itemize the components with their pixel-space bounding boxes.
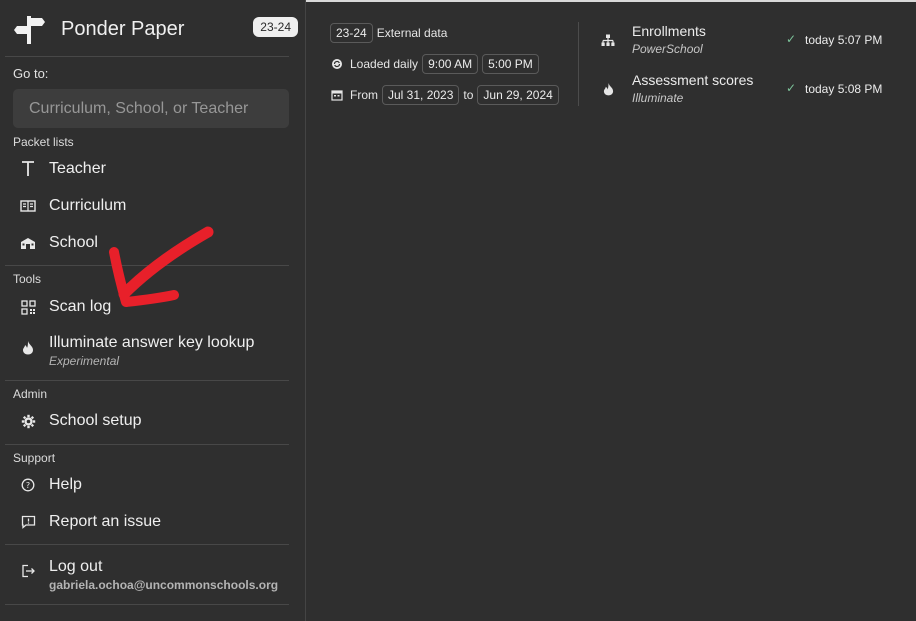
source-assessment-scores: Assessment scores Illuminate ✓ today 5:0… (600, 72, 900, 108)
nav-logout[interactable]: Log out gabriela.ochoa@uncommonschools.o… (13, 558, 289, 598)
nav-illuminate-lookup[interactable]: Illuminate answer key lookup Experimenta… (13, 334, 289, 374)
nav-help[interactable]: ? Help (13, 468, 289, 502)
feedback-icon (13, 515, 43, 529)
app-title: Ponder Paper (61, 17, 185, 40)
brand-header[interactable]: Ponder Paper 23-24 (12, 12, 298, 46)
nav-illuminate-subtitle: Experimental (49, 354, 120, 368)
school-building-icon (13, 236, 43, 250)
external-data-row: 23-24 External data (330, 22, 570, 44)
nav-school-setup-label: School setup (49, 412, 142, 429)
nav-help-label: Help (49, 476, 82, 493)
check-icon: ✓ (786, 81, 797, 95)
user-email: gabriela.ochoa@uncommonschools.org (49, 578, 279, 592)
sidebar: Ponder Paper 23-24 Go to: Packet lists T… (0, 0, 306, 621)
end-date-pill: Jun 29, 2024 (477, 85, 559, 105)
date-range-row: From Jul 31, 2023 to Jun 29, 2024 (330, 84, 570, 106)
source-status: today 5:08 PM (805, 82, 883, 96)
source-provider: Illuminate (632, 91, 684, 105)
to-label: to (463, 88, 474, 102)
section-packet-lists: Packet lists (13, 135, 74, 149)
divider (5, 265, 289, 266)
from-label: From (350, 88, 378, 102)
nav-report-issue[interactable]: Report an issue (13, 505, 289, 539)
nav-report-label: Report an issue (49, 513, 162, 530)
load-time-2: 5:00 PM (482, 54, 539, 74)
help-circle-icon: ? (13, 478, 43, 492)
section-admin: Admin (13, 387, 48, 401)
top-rule (306, 0, 916, 2)
source-enrollments: Enrollments PowerSchool ✓ today 5:07 PM (600, 23, 900, 59)
loaded-daily-row: Loaded daily 9:00 AM 5:00 PM (330, 53, 570, 75)
svg-text:?: ? (26, 481, 30, 490)
external-data-label: External data (376, 26, 448, 40)
nav-teacher-label: Teacher (49, 160, 106, 177)
nav-curriculum-label: Curriculum (49, 197, 127, 214)
flame-icon (600, 81, 616, 97)
year-pill: 23-24 (330, 23, 373, 43)
start-date-pill: Jul 31, 2023 (382, 85, 460, 105)
divider (5, 56, 289, 57)
gear-icon (13, 414, 43, 429)
vertical-divider (578, 22, 579, 106)
nav-school-setup[interactable]: School setup (13, 404, 289, 438)
source-provider: PowerSchool (632, 42, 703, 56)
source-name: Enrollments (632, 23, 706, 39)
qr-code-icon (13, 299, 43, 315)
divider (5, 544, 289, 545)
section-tools: Tools (13, 272, 42, 286)
load-time-1: 9:00 AM (422, 54, 479, 74)
divider (5, 380, 289, 381)
nav-curriculum[interactable]: Curriculum (13, 189, 289, 223)
nav-scan-log-label: Scan log (49, 298, 112, 315)
book-icon (13, 199, 43, 213)
flame-icon (13, 340, 43, 355)
nav-school-label: School (49, 234, 98, 251)
sync-icon (330, 57, 344, 71)
external-data-info: 23-24 External data Loaded daily 9:00 AM… (330, 22, 570, 115)
hierarchy-icon (600, 32, 616, 48)
divider (5, 604, 289, 605)
source-status: today 5:07 PM (805, 33, 883, 47)
signpost-icon (14, 16, 45, 44)
nav-school[interactable]: School (13, 226, 289, 260)
divider (5, 444, 289, 445)
logout-icon (13, 564, 43, 578)
goto-label: Go to: (13, 66, 49, 81)
nav-scan-log[interactable]: Scan log (13, 290, 289, 324)
nav-illuminate-label: Illuminate answer key lookup (49, 334, 255, 351)
nav-teacher[interactable]: Teacher (13, 152, 289, 186)
nav-logout-label: Log out (49, 558, 103, 575)
loaded-daily-label: Loaded daily (350, 57, 419, 71)
section-support: Support (13, 451, 56, 465)
search-input[interactable] (13, 89, 289, 128)
check-icon: ✓ (786, 32, 797, 46)
calendar-icon (330, 88, 344, 102)
year-badge[interactable]: 23-24 (253, 17, 298, 37)
source-name: Assessment scores (632, 72, 754, 88)
text-t-icon (13, 160, 43, 178)
